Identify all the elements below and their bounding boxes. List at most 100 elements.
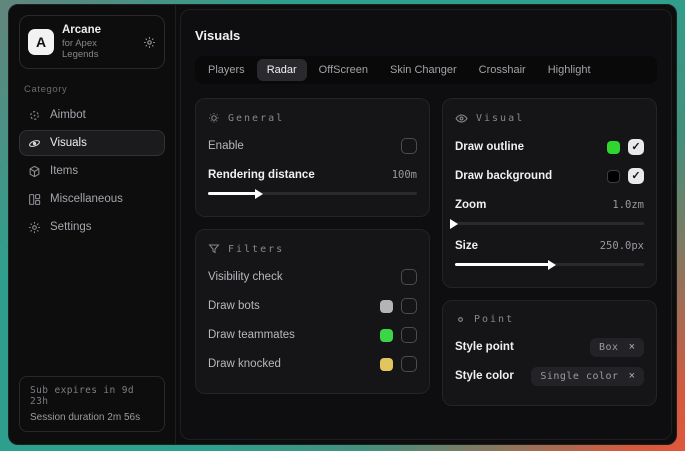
zoom-row: Zoom 1.0zm (455, 193, 644, 217)
slider-fill (455, 263, 553, 266)
gear-icon[interactable] (143, 36, 156, 49)
draw-teammates-controls: ✓ (380, 327, 417, 343)
right-column: Visual Draw outline ✓ Draw background (442, 98, 657, 406)
draw-background-checkbox[interactable]: ✓ (628, 168, 644, 184)
style-color-value: Single color (540, 371, 618, 382)
visibility-check-row: Visibility check ✓ (208, 265, 417, 289)
sidebar-item-label: Items (50, 165, 78, 177)
draw-knocked-row: Draw knocked ✓ (208, 352, 417, 376)
visual-panel: Visual Draw outline ✓ Draw background (442, 98, 657, 288)
rendering-distance-row: Rendering distance 100m (208, 163, 417, 187)
sidebar-item-label: Miscellaneous (50, 193, 123, 205)
color-swatch[interactable] (380, 358, 393, 371)
sidebar-spacer (19, 240, 165, 376)
draw-knocked-checkbox[interactable]: ✓ (401, 356, 417, 372)
layout-grid-icon (28, 193, 41, 206)
style-point-select[interactable]: Box × (590, 338, 644, 357)
draw-background-label: Draw background (455, 170, 552, 182)
point-header: Point (455, 314, 644, 325)
main-panel: Visuals Players Radar OffScreen Skin Cha… (180, 9, 672, 440)
filters-panel: Filters Visibility check ✓ Draw bots ✓ (195, 229, 430, 394)
draw-outline-row: Draw outline ✓ (455, 135, 644, 159)
eye-scan-icon (28, 137, 41, 150)
rendering-distance-slider[interactable] (208, 192, 417, 195)
sidebar-nav: Aimbot Visuals Items Miscellaneous (19, 102, 165, 240)
draw-outline-label: Draw outline (455, 141, 524, 153)
zoom-label: Zoom (455, 199, 486, 211)
gear-icon (28, 221, 41, 234)
filters-header: Filters (208, 243, 417, 255)
close-icon[interactable]: × (629, 342, 635, 353)
brand-text: Arcane for Apex Legends (62, 24, 135, 60)
draw-teammates-checkbox[interactable]: ✓ (401, 327, 417, 343)
slider-thumb[interactable] (255, 189, 263, 199)
subscription-card: Sub expires in 9d 23h Session duration 2… (19, 376, 165, 432)
visibility-check-checkbox[interactable]: ✓ (401, 269, 417, 285)
sidebar-item-aimbot[interactable]: Aimbot (19, 102, 165, 128)
slider-fill (208, 192, 260, 195)
sidebar-item-items[interactable]: Items (19, 158, 165, 184)
general-header: General (208, 112, 417, 124)
enable-checkbox[interactable]: ✓ (401, 138, 417, 154)
draw-knocked-controls: ✓ (380, 356, 417, 372)
point-panel: Point Style point Box × Style color Sing… (442, 300, 657, 406)
sidebar-item-miscellaneous[interactable]: Miscellaneous (19, 186, 165, 212)
draw-outline-checkbox[interactable]: ✓ (628, 139, 644, 155)
draw-outline-controls: ✓ (607, 139, 644, 155)
draw-knocked-label: Draw knocked (208, 358, 281, 370)
tab-highlight[interactable]: Highlight (538, 59, 601, 81)
tab-bar: Players Radar OffScreen Skin Changer Cro… (195, 56, 657, 84)
sidebar-item-label: Visuals (50, 137, 87, 149)
color-swatch[interactable] (607, 141, 620, 154)
app-logo: A (28, 29, 54, 55)
style-color-label: Style color (455, 370, 514, 382)
box-icon (28, 165, 41, 178)
size-value: 250.0px (600, 240, 644, 252)
dot-icon (455, 314, 466, 325)
size-label: Size (455, 240, 478, 252)
draw-background-controls: ✓ (607, 168, 644, 184)
target-rays-icon (208, 112, 220, 124)
sub-expires-text: Sub expires in 9d 23h (30, 385, 154, 407)
draw-bots-label: Draw bots (208, 300, 260, 312)
tab-skin-changer[interactable]: Skin Changer (380, 59, 467, 81)
draw-background-row: Draw background ✓ (455, 164, 644, 188)
sidebar-item-visuals[interactable]: Visuals (19, 130, 165, 156)
sidebar-item-settings[interactable]: Settings (19, 214, 165, 240)
slider-thumb[interactable] (548, 260, 556, 270)
visibility-check-label: Visibility check (208, 271, 283, 283)
color-swatch[interactable] (380, 329, 393, 342)
sidebar-item-label: Settings (50, 221, 92, 233)
tab-radar[interactable]: Radar (257, 59, 307, 81)
zoom-value: 1.0zm (612, 199, 644, 211)
draw-bots-checkbox[interactable]: ✓ (401, 298, 417, 314)
draw-teammates-row: Draw teammates ✓ (208, 323, 417, 347)
draw-teammates-label: Draw teammates (208, 329, 295, 341)
sidebar-item-label: Aimbot (50, 109, 86, 121)
point-title: Point (474, 314, 514, 325)
left-column: General Enable ✓ Rendering distance 100m (195, 98, 430, 394)
zoom-slider[interactable] (455, 222, 644, 225)
tab-offscreen[interactable]: OffScreen (309, 59, 378, 81)
rendering-distance-value: 100m (392, 169, 417, 181)
enable-row: Enable ✓ (208, 134, 417, 158)
sidebar: A Arcane for Apex Legends Category Aimbo… (9, 5, 176, 444)
close-icon[interactable]: × (629, 371, 635, 382)
general-panel: General Enable ✓ Rendering distance 100m (195, 98, 430, 217)
app-subtitle: for Apex Legends (62, 38, 135, 60)
style-color-select[interactable]: Single color × (531, 367, 644, 386)
category-label: Category (24, 84, 160, 95)
session-duration-text: Session duration 2m 56s (30, 412, 154, 423)
tab-crosshair[interactable]: Crosshair (469, 59, 536, 81)
color-swatch[interactable] (607, 170, 620, 183)
slider-thumb[interactable] (450, 219, 458, 229)
color-swatch[interactable] (380, 300, 393, 313)
crosshair-icon (28, 109, 41, 122)
general-title: General (228, 113, 284, 124)
size-slider[interactable] (455, 263, 644, 266)
tab-players[interactable]: Players (198, 59, 255, 81)
filters-title: Filters (228, 244, 284, 255)
brand-card: A Arcane for Apex Legends (19, 15, 165, 69)
draw-bots-controls: ✓ (380, 298, 417, 314)
content-grid: General Enable ✓ Rendering distance 100m (195, 98, 657, 406)
